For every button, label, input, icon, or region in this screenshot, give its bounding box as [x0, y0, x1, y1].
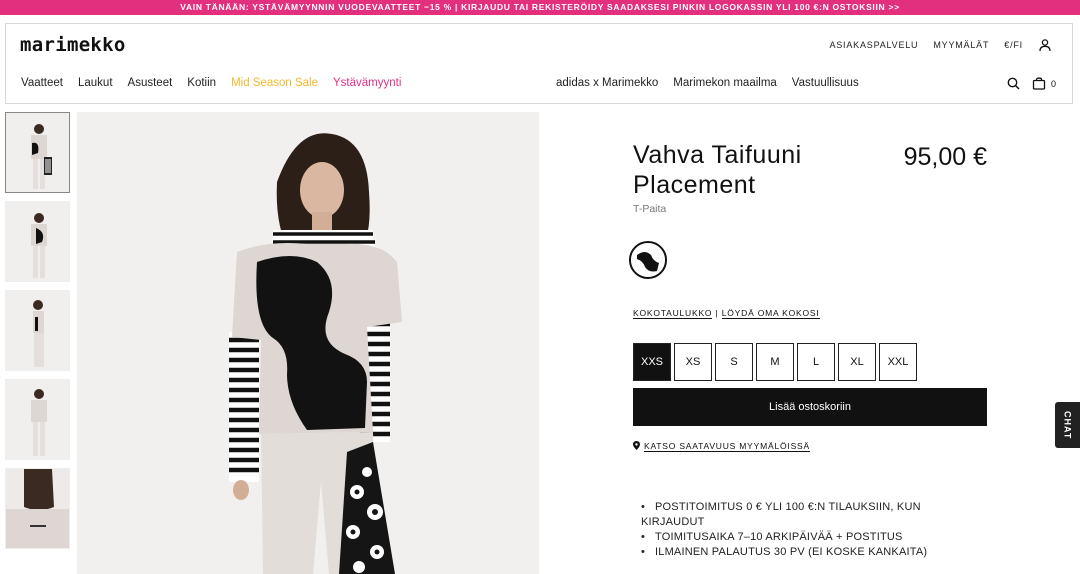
size-chart-link[interactable]: KOKOTAULUKKO	[633, 308, 713, 319]
add-to-cart-button[interactable]: Lisää ostoskoriin	[633, 388, 987, 426]
customer-service-link[interactable]: ASIAKASPALVELU	[829, 40, 918, 50]
store-availability-link[interactable]: KATSO SAATAVUUS MYYMÄLÖISSÄ	[644, 441, 810, 452]
product-title: Vahva Taifuuni Placement	[633, 141, 802, 199]
nav-item-ystavamyynti[interactable]: Ystävämyynti	[333, 77, 401, 89]
nav-item-vaatteet[interactable]: Vaatteet	[21, 77, 63, 89]
nav-item-adidas[interactable]: adidas x Marimekko	[556, 77, 658, 89]
thumbnail-5[interactable]	[5, 468, 70, 549]
size-links-separator: |	[715, 308, 719, 318]
secondary-nav: adidas x Marimekko Marimekon maailma Vas…	[556, 77, 859, 89]
thumbnail-3[interactable]	[5, 290, 70, 371]
nav-item-asusteet[interactable]: Asusteet	[128, 77, 173, 89]
find-size-link[interactable]: LÖYDÄ OMA KOKOSI	[721, 308, 820, 319]
product-price: 95,00 €	[903, 143, 987, 171]
size-option-m[interactable]: M	[756, 343, 794, 381]
nav-item-vastuullisuus[interactable]: Vastuullisuus	[792, 77, 859, 89]
nav-item-laukut[interactable]: Laukut	[78, 77, 113, 89]
size-selector: XXS XS S M L XL XXL	[633, 343, 917, 381]
list-item: ILMAINEN PALAUTUS 30 PV (EI KOSKE KANKAI…	[641, 545, 941, 560]
thumbnail-gallery	[5, 112, 70, 557]
nav-item-mid-season-sale[interactable]: Mid Season Sale	[231, 77, 318, 89]
color-swatch[interactable]	[629, 241, 667, 279]
size-option-l[interactable]: L	[797, 343, 835, 381]
product-info: Vahva Taifuuni Placement 95,00 € T-Paita	[633, 140, 987, 215]
size-option-xs[interactable]: XS	[674, 343, 712, 381]
delivery-info-list: POSTITOIMITUS 0 € YLI 100 €:N TILAUKSIIN…	[641, 500, 941, 560]
thumbnail-1[interactable]	[5, 112, 70, 193]
location-pin-icon	[633, 441, 640, 452]
header-actions: 0	[1007, 76, 1056, 92]
cart-count: 0	[1050, 79, 1056, 89]
main-nav: Vaatteet Laukut Asusteet Kotiin Mid Seas…	[21, 77, 401, 89]
bag-icon	[1032, 76, 1046, 92]
thumbnail-4[interactable]	[5, 379, 70, 460]
size-option-xxs[interactable]: XXS	[633, 343, 671, 381]
list-item: TOIMITUSAIKA 7–10 ARKIPÄIVÄÄ + POSTITUS	[641, 530, 941, 545]
cart-button[interactable]: 0	[1032, 76, 1056, 92]
store-availability: KATSO SAATAVUUS MYYMÄLÖISSÄ	[633, 441, 810, 452]
promo-banner[interactable]: VAIN TÄNÄÄN: YSTÄVÄMYYNNIN VUODEVAATTEET…	[0, 0, 1080, 15]
nav-item-kotiin[interactable]: Kotiin	[187, 77, 216, 89]
size-option-xxl[interactable]: XXL	[879, 343, 917, 381]
user-icon[interactable]	[1038, 38, 1052, 52]
size-option-s[interactable]: S	[715, 343, 753, 381]
site-header: marimekko ASIAKASPALVELU MYYMÄLÄT €/FI V…	[5, 23, 1073, 104]
search-icon[interactable]	[1007, 77, 1020, 92]
thumbnail-2[interactable]	[5, 201, 70, 282]
product-main-image[interactable]	[77, 112, 539, 574]
product-type: T-Paita	[633, 203, 667, 215]
chat-button[interactable]: CHAT	[1055, 402, 1080, 448]
logo[interactable]: marimekko	[20, 34, 126, 56]
utility-nav: ASIAKASPALVELU MYYMÄLÄT €/FI	[829, 38, 1052, 52]
size-option-xl[interactable]: XL	[838, 343, 876, 381]
locale-selector[interactable]: €/FI	[1004, 40, 1023, 50]
list-item: POSTITOIMITUS 0 € YLI 100 €:N TILAUKSIIN…	[641, 500, 941, 530]
nav-item-marimekon-maailma[interactable]: Marimekon maailma	[673, 77, 777, 89]
size-links: KOKOTAULUKKO | LÖYDÄ OMA KOKOSI	[633, 308, 820, 319]
stores-link[interactable]: MYYMÄLÄT	[933, 40, 989, 50]
